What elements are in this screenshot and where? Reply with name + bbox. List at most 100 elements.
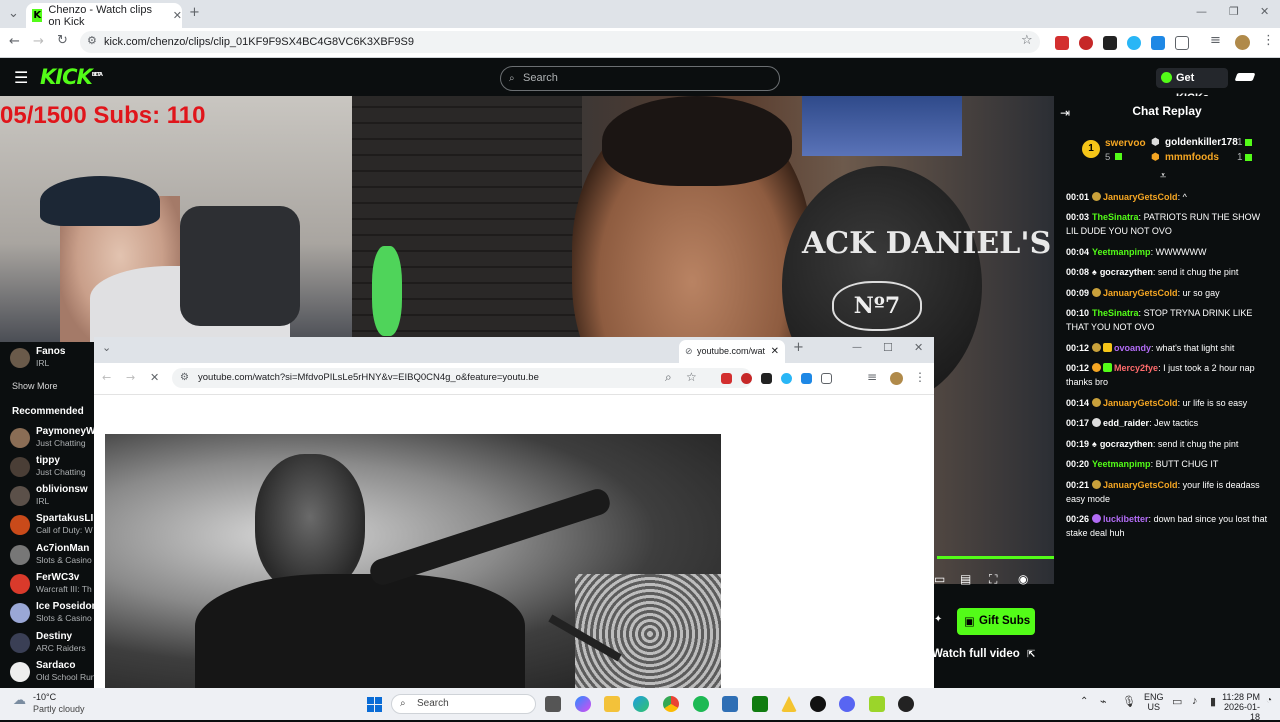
gifter-name[interactable]: mmmfoods (1165, 152, 1219, 163)
clock[interactable]: 11:28 PM 2026-01-18 (1216, 692, 1260, 722)
windows-start-icon[interactable] (367, 697, 382, 712)
app-icon[interactable] (722, 696, 738, 712)
top-gifter-name[interactable]: swervoo (1105, 138, 1146, 149)
network-icon[interactable]: ⌁ (1100, 695, 1107, 708)
sidebar-channel[interactable]: tippy Just Chatting (10, 455, 94, 483)
popup-menu-icon[interactable]: ⋮ (914, 370, 926, 384)
user-menu-icon[interactable] (1234, 73, 1256, 81)
search-input[interactable]: ⌕ Search (500, 66, 780, 91)
copilot-icon[interactable] (575, 696, 591, 712)
kick-logo[interactable]: KICKBETA (40, 65, 103, 89)
language-indicator[interactable]: ENG US (1144, 692, 1164, 712)
sidebar-channel[interactable]: Ice Poseidon Slots & Casino (10, 601, 94, 629)
gift-subs-button[interactable]: ▣ Gift Subs (957, 608, 1035, 635)
puzzle-extensions-icon[interactable] (1175, 36, 1189, 50)
profile-avatar[interactable] (1235, 35, 1250, 50)
watch-full-video-link[interactable]: Watch full video ⇱ (932, 648, 1035, 660)
monitor-icon[interactable]: ▭ (1172, 695, 1182, 708)
weather-icon[interactable]: ☁ (13, 692, 26, 708)
settings-icon[interactable]: ◉ (1018, 572, 1028, 586)
bookmark-star-icon[interactable]: ☆ (1021, 33, 1033, 48)
extension-icon[interactable] (741, 373, 752, 384)
taskbar-search[interactable]: ⌕ Search (391, 694, 536, 714)
sidebar-channel[interactable]: Destiny ARC Raiders (10, 631, 94, 659)
forward-icon[interactable]: → (33, 34, 44, 49)
extension-icon[interactable] (801, 373, 812, 384)
youtube-popup-window[interactable]: ⌄ ⊘ youtube.com/wat ✕ + — ☐ ✕ ← → ✕ ⚙ yo… (94, 337, 934, 688)
popup-new-tab-icon[interactable]: + (793, 340, 804, 355)
extension-icon[interactable] (1055, 36, 1069, 50)
spotify-icon[interactable] (693, 696, 709, 712)
popup-tab-close-icon[interactable]: ✕ (771, 340, 779, 363)
app-4k-icon[interactable] (810, 696, 826, 712)
extension-icon[interactable] (721, 373, 732, 384)
new-tab-icon[interactable]: + (189, 5, 200, 20)
discord-icon[interactable] (839, 696, 855, 712)
weather-temp[interactable]: -10°C (33, 692, 56, 702)
popup-tab-list-icon[interactable]: ⌄ (102, 341, 111, 354)
popup-tab[interactable]: ⊘ youtube.com/wat ✕ (679, 340, 785, 363)
channel-category: IRL (36, 496, 50, 506)
tab-search-icon[interactable]: ≡ (1210, 33, 1221, 48)
tab-close-icon[interactable]: ✕ (173, 9, 182, 22)
close-window-icon[interactable]: ✕ (1260, 5, 1269, 18)
browser-menu-icon[interactable]: ⋮ (1262, 33, 1275, 48)
fullscreen-icon[interactable]: ⛶ (989, 572, 997, 587)
channel-name: Ice Poseidon (36, 601, 94, 612)
popup-profile-avatar[interactable] (890, 372, 903, 385)
puzzle-extensions-icon[interactable] (821, 373, 832, 384)
popup-minimize-icon[interactable]: — (852, 342, 862, 353)
weather-desc[interactable]: Partly cloudy (33, 704, 85, 714)
maximize-icon[interactable]: ❐ (1229, 5, 1239, 18)
popup-back-icon[interactable]: ← (102, 371, 111, 384)
file-explorer-icon[interactable] (604, 696, 620, 712)
task-view-icon[interactable] (545, 696, 561, 712)
popup-close-icon[interactable]: ✕ (914, 341, 923, 354)
hamburger-menu-icon[interactable]: ☰ (14, 68, 28, 87)
popup-tab-search-icon[interactable]: ≡ (867, 370, 877, 384)
sidebar-channel[interactable]: FerWC3v Warcraft III: Th (10, 572, 94, 600)
expand-gifters-icon[interactable]: ⩡ (1160, 169, 1166, 183)
minimize-icon[interactable]: — (1196, 5, 1207, 18)
sidebar-channel[interactable]: Sardaco Old School Run (10, 660, 94, 688)
back-icon[interactable]: ← (9, 34, 20, 49)
sidebar-channel-fanos[interactable]: Fanos IRL (10, 346, 94, 374)
sidebar-channel[interactable]: Ac7ionMan Slots & Casino (10, 543, 94, 571)
volume-icon[interactable]: ♪ (1192, 695, 1198, 707)
obs-icon[interactable] (898, 696, 914, 712)
sidebar-channel[interactable]: SpartakusLI Call of Duty: W (10, 513, 94, 541)
extension-icon[interactable] (1151, 36, 1165, 50)
speaker-head (255, 454, 365, 594)
popup-bookmark-icon[interactable]: ☆ (686, 370, 697, 384)
popup-zoom-icon[interactable]: ⌕ (665, 370, 672, 385)
app-icon[interactable] (869, 696, 885, 712)
theater-mode-icon[interactable]: ▭ (934, 572, 945, 586)
mic-icon[interactable]: 🎙 (1122, 695, 1136, 708)
reload-icon[interactable]: ↻ (57, 33, 68, 48)
show-more-link[interactable]: Show More (12, 381, 58, 391)
gifter-name[interactable]: goldenkiller178 (1165, 137, 1238, 148)
pip-icon[interactable]: ▤ (960, 572, 971, 586)
popup-stop-icon[interactable]: ✕ (150, 371, 159, 384)
popup-forward-icon[interactable]: → (126, 371, 135, 384)
extension-icon[interactable] (781, 373, 792, 384)
tray-overflow-icon[interactable]: ⌃ (1080, 696, 1088, 707)
sidebar-channel[interactable]: PaymoneyW Just Chatting (10, 426, 94, 454)
edge-icon[interactable] (633, 696, 649, 712)
notifications-icon[interactable]: ◔ (1266, 695, 1272, 706)
xbox-icon[interactable] (752, 696, 768, 712)
progress-bar[interactable] (937, 556, 1054, 559)
extension-icon[interactable] (1079, 36, 1093, 50)
get-kicks-button[interactable]: Get KICKs (1156, 68, 1228, 104)
kicks-coin-icon (1161, 72, 1172, 83)
extension-icon[interactable] (1127, 36, 1141, 50)
chrome-icon[interactable] (663, 696, 679, 712)
site-info-icon[interactable]: ⚙ (87, 34, 97, 47)
browser-tab-kick[interactable]: K Chenzo - Watch clips on Kick ✕ (26, 3, 182, 28)
tab-list-chevron-icon[interactable]: ⌄ (8, 6, 19, 21)
popup-maximize-icon[interactable]: ☐ (883, 341, 893, 354)
extension-icon[interactable] (1103, 36, 1117, 50)
sidebar-channel[interactable]: oblivionsw IRL (10, 484, 94, 512)
address-bar[interactable]: kick.com/chenzo/clips/clip_01KF9F9SX4BC4… (80, 31, 1040, 53)
extension-icon[interactable] (761, 373, 772, 384)
